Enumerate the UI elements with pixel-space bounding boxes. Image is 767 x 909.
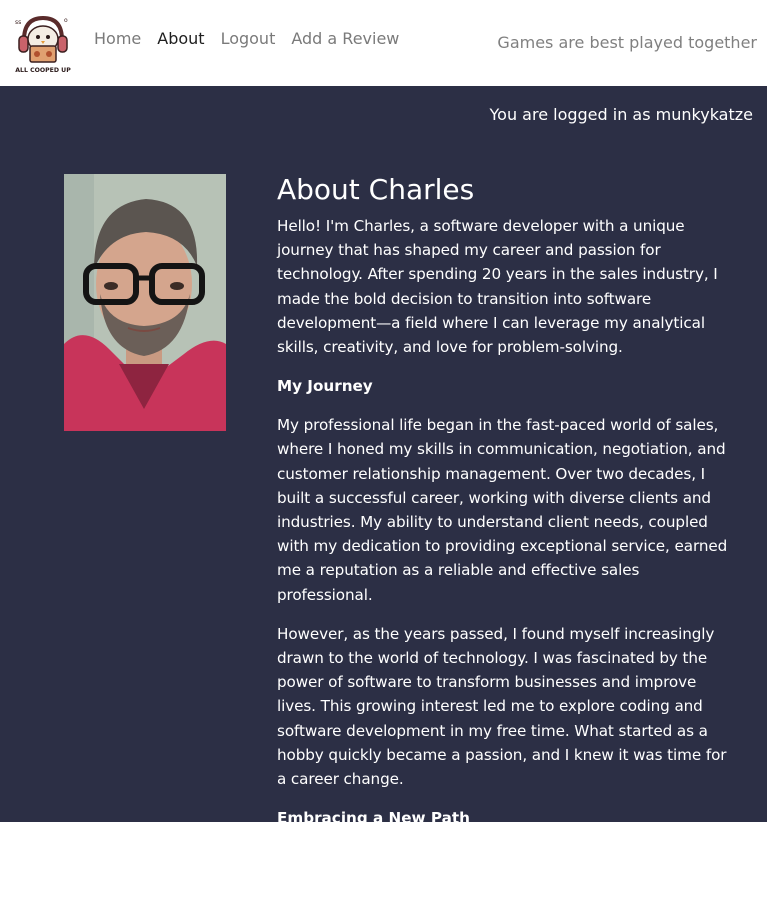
- portrait-image: [64, 174, 226, 431]
- all-cooped-up-logo[interactable]: ss o ALL COOPED UP: [14, 12, 72, 74]
- about-content: About Charles Hello! I'm Charles, a soft…: [277, 172, 737, 909]
- intro-paragraph: Hello! I'm Charles, a software developer…: [277, 217, 718, 357]
- nav-links: Home About Logout Add a Review: [94, 28, 415, 50]
- journey-heading: My Journey: [277, 377, 373, 396]
- page-title: About Charles: [277, 173, 475, 206]
- main-content: You are logged in as munkykatze About Ch…: [0, 86, 767, 890]
- svg-text:ALL COOPED UP: ALL COOPED UP: [15, 67, 71, 74]
- chicken-headphones-icon: ss o ALL COOPED UP: [15, 15, 71, 74]
- site-tagline: Games are best played together: [497, 33, 757, 52]
- logged-in-status: You are logged in as munkykatze: [489, 105, 754, 124]
- svg-text:o: o: [64, 17, 68, 24]
- nav-link-add-review[interactable]: Add a Review: [291, 28, 399, 50]
- nav-link-home[interactable]: Home: [94, 28, 141, 50]
- nav-link-logout[interactable]: Logout: [221, 28, 276, 50]
- svg-text:ss: ss: [15, 19, 21, 26]
- new-path-paragraph: Transitioning from sales to software dev…: [277, 848, 706, 891]
- journey-paragraph-2: However, as the years passed, I found my…: [277, 624, 727, 789]
- profile-photo: [64, 174, 226, 431]
- nav-link-about[interactable]: About: [157, 28, 204, 50]
- navbar: ss o ALL COOPED UP Home About Logout Add…: [0, 0, 767, 86]
- new-path-heading: Embracing a New Path: [277, 809, 470, 828]
- journey-paragraph-1: My professional life began in the fast-p…: [277, 416, 728, 604]
